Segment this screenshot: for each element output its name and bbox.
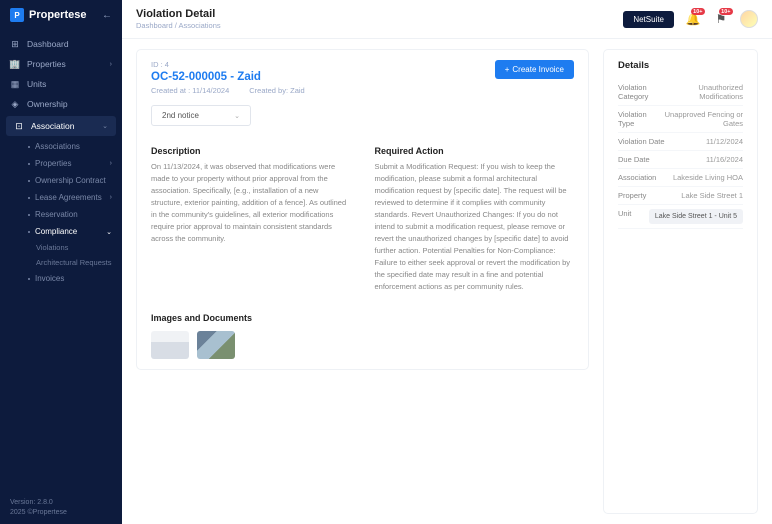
- alerts-button[interactable]: ⚑ 10+: [712, 10, 730, 28]
- detail-row: Association Lakeside Living HOA: [618, 169, 743, 187]
- brand-name: Propertese: [29, 9, 97, 21]
- notice-select[interactable]: 2nd notice ⌄: [151, 105, 251, 126]
- violation-card: ID : 4 OC-52-000005 - Zaid Created at : …: [136, 49, 589, 370]
- notice-select-value: 2nd notice: [162, 111, 199, 120]
- version-text: Version: 2.8.0: [10, 498, 112, 508]
- ownership-icon: ◈: [10, 99, 20, 109]
- image-thumbnail-1[interactable]: [151, 331, 189, 359]
- detail-row: Property Lake Side Street 1: [618, 187, 743, 205]
- units-icon: ▦: [10, 79, 20, 89]
- sidebar-item-violations[interactable]: Violations: [20, 240, 122, 255]
- description-section: Description On 11/13/2024, it was observ…: [151, 146, 574, 293]
- detail-value: 11/12/2024: [706, 137, 743, 146]
- nav-units[interactable]: ▦Units: [0, 74, 122, 94]
- chevron-right-icon: ›: [110, 194, 112, 201]
- detail-label: Violation Date: [618, 137, 665, 146]
- page-title: Violation Detail: [136, 8, 613, 20]
- sidebar-item-arch-requests[interactable]: Architectural Requests: [20, 255, 122, 270]
- action-column: Required Action Submit a Modification Re…: [375, 146, 575, 293]
- description-title: Description: [151, 146, 351, 156]
- main-area: Violation Detail Dashboard / Association…: [122, 0, 772, 524]
- chevron-right-icon: ›: [110, 160, 112, 167]
- detail-row: Violation CategoryUnauthorized Modificat…: [618, 79, 743, 106]
- detail-row-unit: Unit Lake Side Street 1 - Unit 5: [618, 205, 743, 229]
- detail-label: Association: [618, 173, 656, 182]
- alert-badge: 10+: [719, 8, 733, 15]
- image-row: [151, 331, 574, 359]
- content: ID : 4 OC-52-000005 - Zaid Created at : …: [122, 39, 772, 524]
- breadcrumb[interactable]: Dashboard / Associations: [136, 21, 613, 30]
- netsuite-button[interactable]: NetSuite: [623, 11, 674, 28]
- violation-header-left: ID : 4 OC-52-000005 - Zaid Created at : …: [151, 60, 305, 95]
- chevron-down-icon: ⌄: [234, 112, 240, 120]
- copyright-text: 2025 ©Propertese: [10, 508, 112, 518]
- plus-icon: +: [505, 65, 510, 74]
- chevron-down-icon: ⌄: [102, 122, 108, 130]
- sidebar-item-compliance[interactable]: Compliance⌄: [20, 223, 122, 240]
- images-title: Images and Documents: [151, 313, 574, 323]
- detail-label: Property: [618, 191, 646, 200]
- collapse-sidebar-button[interactable]: ←: [102, 10, 112, 21]
- notification-badge: 10+: [691, 8, 705, 15]
- sidebar-footer: Version: 2.8.0 2025 ©Propertese: [0, 492, 122, 524]
- detail-value: Lake Side Street 1: [681, 191, 743, 200]
- sidebar-item-properties[interactable]: Properties›: [20, 155, 122, 172]
- main-panel: ID : 4 OC-52-000005 - Zaid Created at : …: [136, 49, 589, 514]
- action-title: Required Action: [375, 146, 575, 156]
- image-thumbnail-2[interactable]: [197, 331, 235, 359]
- topbar: Violation Detail Dashboard / Association…: [122, 0, 772, 39]
- sidebar-item-reservation[interactable]: Reservation: [20, 206, 122, 223]
- main-nav: ⊞Dashboard 🏢Properties› ▦Units ◈Ownershi…: [0, 30, 122, 492]
- detail-value: Lakeside Living HOA: [673, 173, 743, 182]
- detail-row: Violation TypeUnapproved Fencing or Gate…: [618, 106, 743, 133]
- topbar-left: Violation Detail Dashboard / Association…: [136, 8, 613, 30]
- sidebar-header: P Propertese ←: [0, 0, 122, 30]
- description-text: On 11/13/2024, it was observed that modi…: [151, 161, 351, 245]
- sidebar-item-invoices[interactable]: Invoices: [20, 270, 122, 287]
- create-invoice-button[interactable]: +Create Invoice: [495, 60, 574, 79]
- nav-dashboard[interactable]: ⊞Dashboard: [0, 34, 122, 54]
- card-header: ID : 4 OC-52-000005 - Zaid Created at : …: [151, 60, 574, 95]
- action-text: Submit a Modification Request: If you wi…: [375, 161, 575, 293]
- unit-badge[interactable]: Lake Side Street 1 - Unit 5: [649, 209, 743, 224]
- detail-label: Violation Type: [618, 110, 658, 128]
- details-panel: Details Violation CategoryUnauthorized M…: [603, 49, 758, 514]
- violation-title: OC-52-000005 - Zaid: [151, 71, 305, 83]
- nav-ownership[interactable]: ◈Ownership: [0, 94, 122, 114]
- description-column: Description On 11/13/2024, it was observ…: [151, 146, 351, 293]
- images-section: Images and Documents: [151, 313, 574, 359]
- created-by: Created by: Zaid: [249, 86, 304, 95]
- sidebar-item-associations[interactable]: Associations: [20, 138, 122, 155]
- logo-icon: P: [10, 8, 24, 22]
- chevron-right-icon: ›: [110, 61, 112, 68]
- detail-value: Unauthorized Modifications: [668, 83, 743, 101]
- detail-value: Unapproved Fencing or Gates: [658, 110, 743, 128]
- notifications-button[interactable]: 🔔 10+: [684, 10, 702, 28]
- nav-properties[interactable]: 🏢Properties›: [0, 54, 122, 74]
- sidebar-item-ownership-contract[interactable]: Ownership Contract: [20, 172, 122, 189]
- detail-row: Violation Date 11/12/2024: [618, 133, 743, 151]
- violation-meta: Created at : 11/14/2024 Created by: Zaid: [151, 86, 305, 95]
- sub-nav: Associations Properties› Ownership Contr…: [0, 138, 122, 287]
- sidebar: P Propertese ← ⊞Dashboard 🏢Properties› ▦…: [0, 0, 122, 524]
- created-at: Created at : 11/14/2024: [151, 86, 229, 95]
- detail-row: Due Date 11/16/2024: [618, 151, 743, 169]
- user-avatar[interactable]: [740, 10, 758, 28]
- detail-label: Due Date: [618, 155, 650, 164]
- details-list: Violation CategoryUnauthorized Modificat…: [618, 79, 743, 205]
- details-title: Details: [618, 60, 743, 71]
- association-icon: ⊡: [14, 121, 24, 131]
- violation-id: ID : 4: [151, 60, 305, 69]
- sidebar-item-lease-agreements[interactable]: Lease Agreements›: [20, 189, 122, 206]
- properties-icon: 🏢: [10, 59, 20, 69]
- detail-value: 11/16/2024: [706, 155, 743, 164]
- chevron-down-icon: ⌄: [106, 228, 112, 236]
- dashboard-icon: ⊞: [10, 39, 20, 49]
- nav-association[interactable]: ⊡Association⌄: [6, 116, 116, 136]
- detail-label: Violation Category: [618, 83, 668, 101]
- detail-label-unit: Unit: [618, 209, 631, 224]
